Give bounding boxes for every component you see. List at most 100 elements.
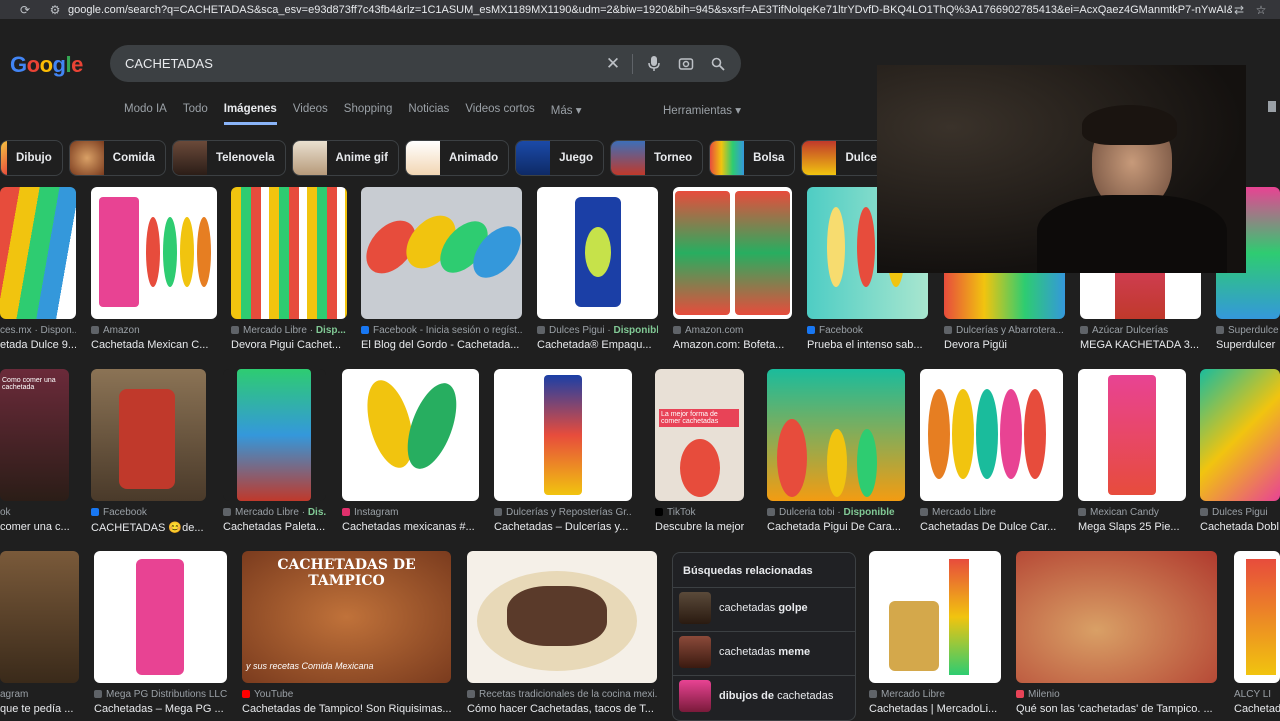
microphone-icon[interactable] (641, 51, 667, 77)
result-thumbnail[interactable] (342, 369, 479, 501)
result-title[interactable]: Cachetadas De Dulce Car... (920, 521, 1063, 533)
clear-icon[interactable]: ✕ (600, 51, 626, 77)
result-thumbnail[interactable] (920, 369, 1063, 501)
result-title[interactable]: Devora Pigui Cachet... (231, 339, 347, 351)
result-title[interactable]: CACHETADAS 😊de... (91, 521, 206, 534)
result-title[interactable]: Cachetadas mexicanas #... (342, 521, 479, 533)
result-thumbnail[interactable] (231, 187, 347, 319)
bookmark-star-icon[interactable]: ☆ (1254, 3, 1268, 17)
tab-mas[interactable]: Más ▾ (551, 101, 582, 125)
google-logo[interactable]: Google (10, 52, 83, 78)
result-thumbnail[interactable] (467, 551, 657, 683)
result-source: Dulcerías y Reposterías Gr... (506, 507, 632, 518)
result-thumbnail[interactable] (494, 369, 632, 501)
result-title[interactable]: Devora Pigüi (944, 339, 1065, 351)
result-title[interactable]: Prueba el intenso sab... (807, 339, 928, 351)
result-title[interactable]: Cachetadas – Mega PG ... (94, 703, 227, 715)
result-thumbnail[interactable] (673, 187, 792, 319)
tab-noticias[interactable]: Noticias (408, 101, 449, 125)
chip-comida[interactable]: Comida (68, 140, 166, 176)
result-title[interactable]: Cachetada Pigui De Cara... (767, 521, 905, 533)
result-title[interactable]: Descubre la mejor ... (655, 521, 744, 533)
result-title[interactable]: Cachetada (1234, 703, 1280, 715)
chip-dulce[interactable]: Dulce (801, 140, 888, 176)
related-thumbnail (679, 592, 711, 624)
result-thumbnail[interactable] (0, 551, 79, 683)
url-text[interactable]: google.com/search?q=CACHETADAS&sca_esv=e… (68, 4, 1232, 16)
chip-dibujo[interactable]: Dibujo (0, 140, 63, 176)
chip-bolsa[interactable]: Bolsa (709, 140, 796, 176)
result-source: Milenio (1028, 689, 1060, 700)
result-title[interactable]: Amazon.com: Bofeta... (673, 339, 792, 351)
chip-juego[interactable]: Juego (515, 140, 605, 176)
result-thumbnail[interactable] (94, 551, 227, 683)
result-thumbnail[interactable] (0, 187, 76, 319)
saved-icon[interactable] (1268, 101, 1276, 112)
result-source: Mercado Libre · (243, 325, 316, 336)
result-title[interactable]: El Blog del Gordo - Cachetada... (361, 339, 522, 351)
result-thumbnail[interactable] (223, 369, 326, 501)
result-thumbnail[interactable]: La mejor forma de comer cachetadas (655, 369, 744, 501)
reload-icon[interactable]: ⟳ (18, 3, 32, 17)
result-title[interactable]: Cachetada Mexican C... (91, 339, 217, 351)
result-title[interactable]: Cachetadas Paleta... (223, 521, 326, 533)
result-thumbnail[interactable] (1016, 551, 1217, 683)
search-icon[interactable] (705, 51, 731, 77)
lens-camera-icon[interactable] (673, 51, 699, 77)
result-title[interactable]: Cómo hacer Cachetadas, tacos de T... (467, 703, 657, 715)
result-title[interactable]: Superdulcer (1216, 339, 1280, 351)
tab-modo-ia[interactable]: Modo IA (124, 101, 167, 125)
favicon (91, 326, 99, 335)
result-title[interactable]: etada Dulce 9... (0, 339, 76, 351)
chip-telenovela[interactable]: Telenovela (171, 140, 286, 176)
result-thumbnail[interactable]: Como comer una cachetada (0, 369, 69, 501)
result-thumbnail[interactable] (767, 369, 905, 501)
related-search-item[interactable]: dibujos de cachetadas (673, 675, 855, 716)
related-bold: meme (778, 646, 811, 658)
result-source: Superdulce (1228, 325, 1279, 336)
tab-shopping[interactable]: Shopping (344, 101, 393, 125)
favicon (94, 690, 102, 699)
result-thumbnail[interactable] (1078, 369, 1186, 501)
result-source: Mercado Libre (881, 689, 945, 700)
tab-todo[interactable]: Todo (183, 101, 208, 125)
result-source: Mercado Libre (932, 507, 996, 518)
tab-imagenes[interactable]: Imágenes (223, 101, 277, 125)
result-title[interactable]: comer una c... (0, 521, 69, 533)
site-info-icon[interactable]: ⚙ (48, 3, 62, 17)
result-thumbnail[interactable]: CACHETADAS DE TAMPICO y sus recetas Comi… (242, 551, 451, 683)
result-title[interactable]: Qué son las 'cachetadas' de Tampico. ... (1016, 703, 1217, 715)
result-title[interactable]: Cachetada Dobl (1200, 521, 1280, 533)
result-thumbnail[interactable] (1200, 369, 1280, 501)
tab-videos-cortos[interactable]: Videos cortos (465, 101, 534, 125)
result-thumbnail[interactable] (361, 187, 522, 319)
related-searches: Búsquedas relacionadas cachetadas golpe … (672, 552, 856, 721)
favicon (807, 326, 815, 335)
result-thumbnail[interactable] (537, 187, 658, 319)
chip-anime-gif[interactable]: Anime gif (291, 140, 399, 176)
result-source: Facebook - Inicia sesión o regíst... (373, 325, 522, 336)
related-search-item[interactable]: cachetadas golpe (673, 587, 855, 628)
chip-animado[interactable]: Animado (404, 140, 510, 176)
result-title[interactable]: Mega Slaps 25 Pie... (1078, 521, 1186, 533)
search-input[interactable]: CACHETADAS (125, 56, 600, 71)
tab-videos[interactable]: Videos (293, 101, 328, 125)
result-thumbnail[interactable] (1234, 551, 1280, 683)
result-thumbnail[interactable] (869, 551, 1001, 683)
result-title[interactable]: Cachetada® Empaqu... (537, 339, 658, 351)
chip-torneo[interactable]: Torneo (610, 140, 704, 176)
favicon (361, 326, 369, 335)
result-thumbnail[interactable] (91, 187, 217, 319)
favicon (767, 508, 775, 517)
result-title[interactable]: Cachetadas de Tampico! Son Riquisimas... (242, 703, 451, 715)
result-thumbnail[interactable] (91, 369, 206, 501)
related-search-item[interactable]: cachetadas meme (673, 631, 855, 672)
tools-menu[interactable]: Herramientas ▾ (663, 103, 741, 117)
result-title[interactable]: que te pedía ... (0, 703, 79, 715)
result-title[interactable]: MEGA KACHETADA 3... (1080, 339, 1201, 351)
result-title[interactable]: Cachetadas – Dulcerías y... (494, 521, 632, 533)
translate-icon[interactable]: ⇄ (1232, 3, 1246, 17)
result-title[interactable]: Cachetadas | MercadoLi... (869, 703, 1001, 715)
search-box[interactable]: CACHETADAS ✕ (110, 45, 741, 82)
related-prefix: cachetadas (719, 646, 779, 658)
